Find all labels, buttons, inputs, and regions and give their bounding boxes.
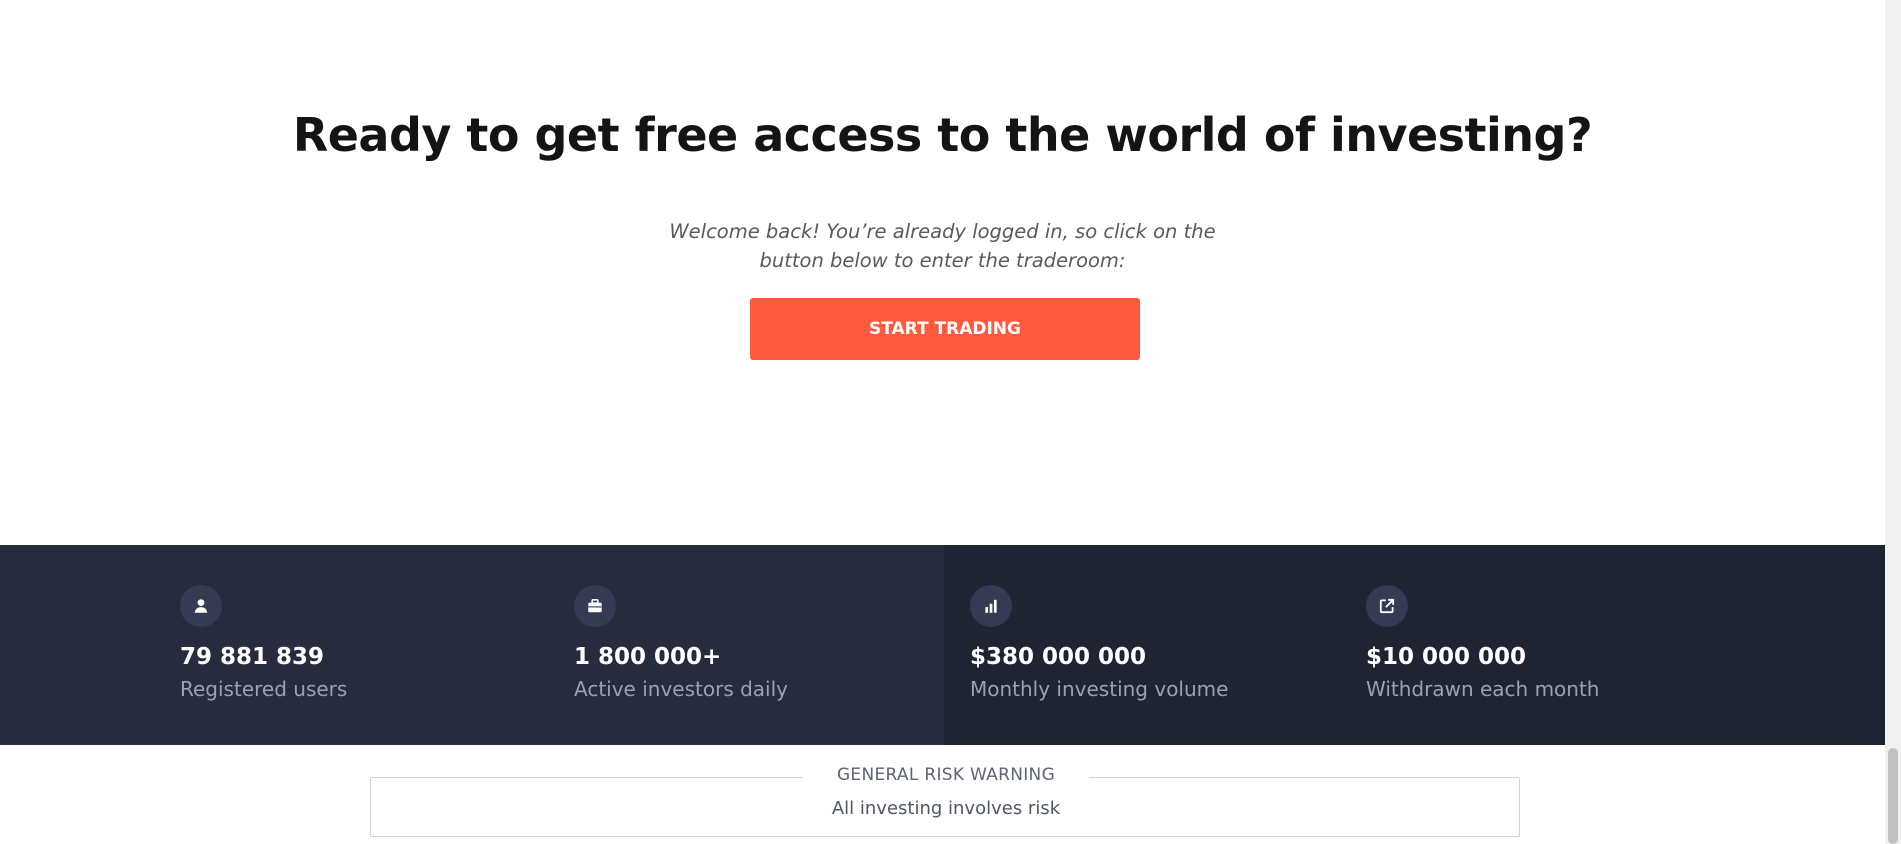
stat-label: Withdrawn each month [1366, 677, 1600, 701]
page-title: Ready to get free access to the world of… [292, 108, 1593, 162]
start-trading-button[interactable]: START TRADING [750, 298, 1140, 360]
external-link-icon [1366, 585, 1408, 627]
stat-value: $10 000 000 [1366, 644, 1527, 670]
welcome-message: Welcome back! You’re already logged in, … [669, 220, 1216, 272]
scrollbar-thumb[interactable] [1888, 748, 1898, 844]
risk-warning-box: GENERAL RISK WARNING All investing invol… [370, 765, 1520, 837]
user-icon [180, 585, 222, 627]
stat-withdrawn: $10 000 000 Withdrawn each month [1366, 545, 1746, 745]
stats-band: 79 881 839 Registered users 1 800 000+ A… [0, 545, 1885, 745]
bar-chart-icon [970, 585, 1012, 627]
cta-section: Ready to get free access to the world of… [0, 0, 1885, 545]
stat-active-investors: 1 800 000+ Active investors daily [574, 545, 954, 745]
stat-value: 79 881 839 [180, 644, 325, 670]
stat-value: $380 000 000 [970, 644, 1147, 670]
page-scrollbar[interactable] [1885, 0, 1901, 844]
stat-label: Active investors daily [574, 677, 788, 701]
page: Ready to get free access to the world of… [0, 0, 1885, 844]
stat-monthly-volume: $380 000 000 Monthly investing volume [970, 545, 1350, 745]
stat-label: Monthly investing volume [970, 677, 1229, 701]
risk-warning-text: All investing involves risk [831, 798, 1061, 819]
stat-label: Registered users [180, 677, 348, 701]
briefcase-icon [574, 585, 616, 627]
risk-warning-title: GENERAL RISK WARNING [802, 765, 1090, 785]
stat-registered-users: 79 881 839 Registered users [180, 545, 560, 745]
stat-value: 1 800 000+ [574, 644, 722, 670]
risk-warning-title-wrap: GENERAL RISK WARNING [371, 765, 1521, 785]
